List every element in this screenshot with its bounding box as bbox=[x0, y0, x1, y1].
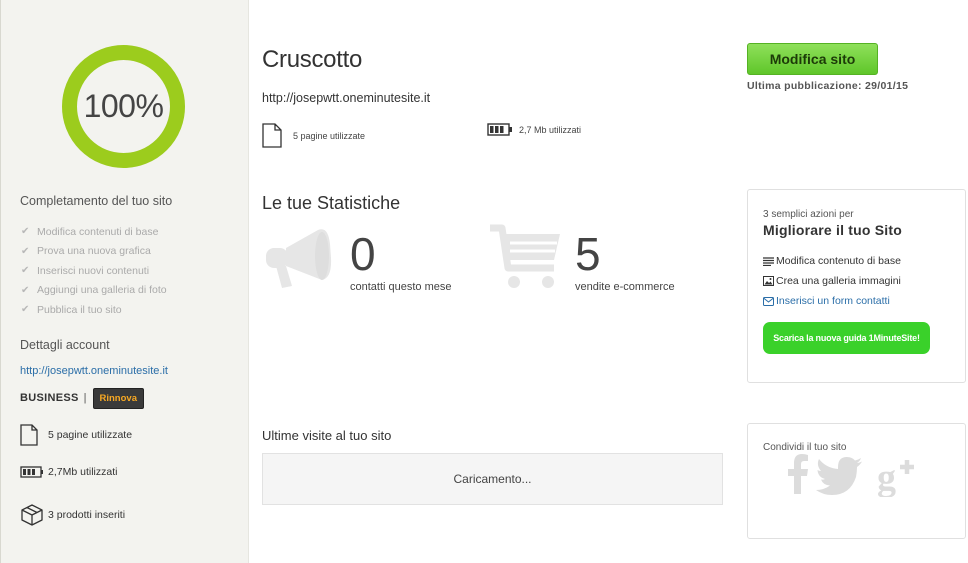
sales-stat: 5 vendite e-commerce bbox=[575, 231, 675, 293]
edit-site-button[interactable]: Modifica sito bbox=[747, 43, 878, 75]
sidebar-products-stat: 3 prodotti inseriti bbox=[20, 503, 125, 527]
contacts-count: 0 bbox=[350, 228, 376, 280]
improve-title: Migliorare il tuo Sito bbox=[763, 222, 902, 238]
plan-name: BUSINESS bbox=[20, 392, 79, 404]
checklist-item-label: Pubblica il tuo sito bbox=[37, 303, 122, 316]
twitter-icon[interactable] bbox=[816, 457, 862, 500]
progress-percent-text: 100% bbox=[83, 88, 164, 124]
sidebar-pages-label: 5 pagine utilizzate bbox=[48, 429, 133, 441]
checklist-item-label: Aggiungi una galleria di foto bbox=[37, 284, 167, 297]
battery-icon bbox=[20, 466, 48, 478]
visits-title: Ultime visite al tuo sito bbox=[262, 428, 392, 443]
download-guide-button[interactable]: Scarica la nuova guida 1MinuteSite! bbox=[763, 322, 930, 354]
completion-heading: Completamento del tuo sito bbox=[20, 194, 173, 208]
site-url[interactable]: http://josepwtt.oneminutesite.it bbox=[262, 91, 430, 105]
check-icon: ✔ bbox=[21, 265, 30, 277]
sales-label: vendite e-commerce bbox=[575, 281, 675, 293]
share-card: Condividi il tuo sito g bbox=[747, 423, 966, 539]
sidebar-pages-stat: 5 pagine utilizzate bbox=[20, 424, 132, 446]
checklist-item[interactable]: ✔ Modifica contenuti di base bbox=[21, 222, 167, 242]
renew-button[interactable]: Rinnova bbox=[92, 387, 144, 409]
share-title: Condividi il tuo sito bbox=[763, 442, 847, 453]
improve-actions-list: Modifica contenuto di base Crea una gall… bbox=[763, 251, 901, 311]
checklist-item-label: Inserisci nuovi contenuti bbox=[37, 264, 150, 277]
improve-subtitle: 3 semplici azioni per bbox=[763, 209, 854, 220]
battery-icon bbox=[487, 123, 519, 136]
checklist-item-label: Modifica contenuti di base bbox=[37, 225, 159, 238]
page-icon bbox=[20, 424, 48, 446]
sidebar-products-label: 3 prodotti inseriti bbox=[48, 509, 126, 521]
check-icon: ✔ bbox=[21, 284, 30, 296]
envelope-icon bbox=[763, 296, 776, 306]
megaphone-icon bbox=[262, 226, 334, 295]
check-icon: ✔ bbox=[21, 304, 30, 316]
visits-loading-panel: Caricamento... bbox=[262, 453, 723, 505]
sidebar-storage-label: 2,7Mb utilizzati bbox=[48, 466, 118, 478]
action-edit-content[interactable]: Modifica contenuto di base bbox=[763, 251, 901, 271]
action-insert-form[interactable]: Inserisci un form contatti bbox=[763, 291, 901, 311]
facebook-icon[interactable] bbox=[788, 454, 808, 499]
checklist-item-label: Prova una nuova grafica bbox=[37, 245, 151, 258]
sidebar-storage-stat: 2,7Mb utilizzati bbox=[20, 466, 117, 478]
googleplus-icon[interactable]: g bbox=[877, 457, 919, 502]
sidebar: 100% Completamento del tuo sito ✔ Modific… bbox=[0, 0, 249, 563]
plan-separator: | bbox=[83, 392, 87, 404]
checklist-item[interactable]: ✔ Prova una nuova grafica bbox=[21, 242, 167, 262]
plan-row: BUSINESS | Rinnova bbox=[20, 387, 144, 409]
action-label: Crea una galleria immagini bbox=[776, 275, 901, 287]
checklist-item[interactable]: ✔ Inserisci nuovi contenuti bbox=[21, 261, 167, 281]
main-pages-stat: 5 pagine utilizzate bbox=[262, 123, 365, 148]
improve-site-card: 3 semplici azioni per Migliorare il tuo … bbox=[747, 189, 966, 383]
action-label: Modifica contenuto di base bbox=[776, 255, 901, 267]
account-heading: Dettagli account bbox=[20, 338, 110, 352]
completion-checklist: ✔ Modifica contenuti di base ✔ Prova una n… bbox=[21, 222, 167, 320]
account-site-link[interactable]: http://josepwtt.oneminutesite.it bbox=[20, 365, 168, 377]
loading-text: Caricamento... bbox=[453, 472, 532, 486]
main-storage-label: 2,7 Mb utilizzati bbox=[519, 124, 582, 135]
checklist-item[interactable]: ✔ Aggiungi una galleria di foto bbox=[21, 281, 167, 301]
last-published-text: Ultima pubblicazione: 29/01/15 bbox=[747, 80, 909, 92]
svg-text:g: g bbox=[877, 457, 896, 497]
stats-title: Le tue Statistiche bbox=[262, 193, 401, 213]
main-storage-stat: 2,7 Mb utilizzati bbox=[487, 123, 581, 136]
contacts-stat: 0 contatti questo mese bbox=[350, 231, 452, 293]
sales-count: 5 bbox=[575, 228, 601, 280]
cart-icon bbox=[488, 222, 564, 299]
completion-progress-ring: 100% bbox=[61, 44, 186, 169]
action-create-gallery[interactable]: Crea una galleria immagini bbox=[763, 271, 901, 291]
check-icon: ✔ bbox=[21, 245, 30, 257]
page-icon bbox=[262, 123, 293, 148]
check-icon: ✔ bbox=[21, 226, 30, 238]
checklist-item[interactable]: ✔ Pubblica il tuo sito bbox=[21, 300, 167, 320]
action-label: Inserisci un form contatti bbox=[776, 295, 890, 307]
contacts-label: contatti questo mese bbox=[350, 281, 452, 293]
page-title: Cruscotto bbox=[262, 46, 363, 73]
box-icon bbox=[20, 503, 48, 527]
list-lines-icon bbox=[763, 256, 776, 266]
main-pages-label: 5 pagine utilizzate bbox=[293, 130, 366, 141]
image-icon bbox=[763, 276, 776, 286]
